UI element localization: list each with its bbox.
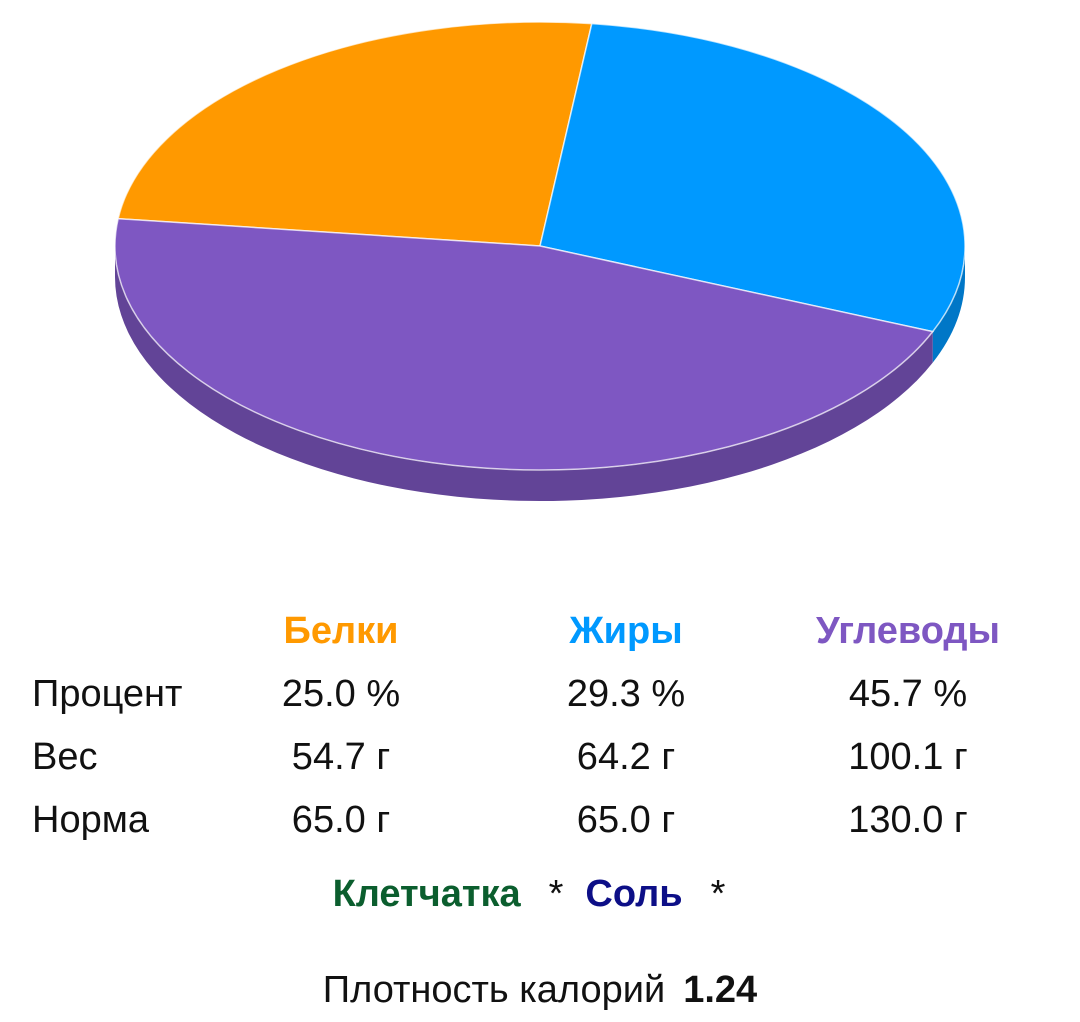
calorie-density-label: Плотность калорий [322,969,666,1011]
calorie-density: Плотность калорий 1.24 [0,958,1080,1022]
weight-fat: 64.2 г [576,736,676,778]
header-carbs: Углеводы [816,610,1000,652]
fiber-mark: * [548,873,564,915]
table-header-row: Белки Жиры Углеводы [0,600,1080,663]
table-row-norm: Норма 65.0 г 65.0 г 130.0 г [0,789,1080,852]
percent-protein: 25.0 % [281,673,401,715]
header-protein: Белки [283,610,399,652]
macro-pie-chart [114,21,966,502]
table-row-weight: Вес 54.7 г 64.2 г 100.1 г [0,726,1080,789]
pie-slice-protein[interactable] [117,21,593,247]
row-label-weight: Вес [32,736,98,778]
percent-carbs: 45.7 % [848,673,968,715]
weight-carbs: 100.1 г [848,736,968,778]
salt-mark: * [710,873,726,915]
norm-carbs: 130.0 г [848,799,968,841]
percent-fat: 29.3 % [566,673,686,715]
norm-protein: 65.0 г [291,799,391,841]
row-label-norm: Норма [32,799,149,841]
row-label-percent: Процент [32,673,183,715]
weight-protein: 54.7 г [291,736,391,778]
extras-line: Клетчатка * Соль * [0,862,1080,926]
calorie-density-value: 1.24 [683,969,758,1011]
macro-table: Белки Жиры Углеводы Процент 25.0 % 29.3 … [0,600,1080,852]
fiber-label[interactable]: Клетчатка [333,873,521,915]
salt-label[interactable]: Соль [585,873,682,915]
norm-fat: 65.0 г [576,799,676,841]
table-row-percent: Процент 25.0 % 29.3 % 45.7 % [0,663,1080,726]
header-fat: Жиры [569,610,683,652]
